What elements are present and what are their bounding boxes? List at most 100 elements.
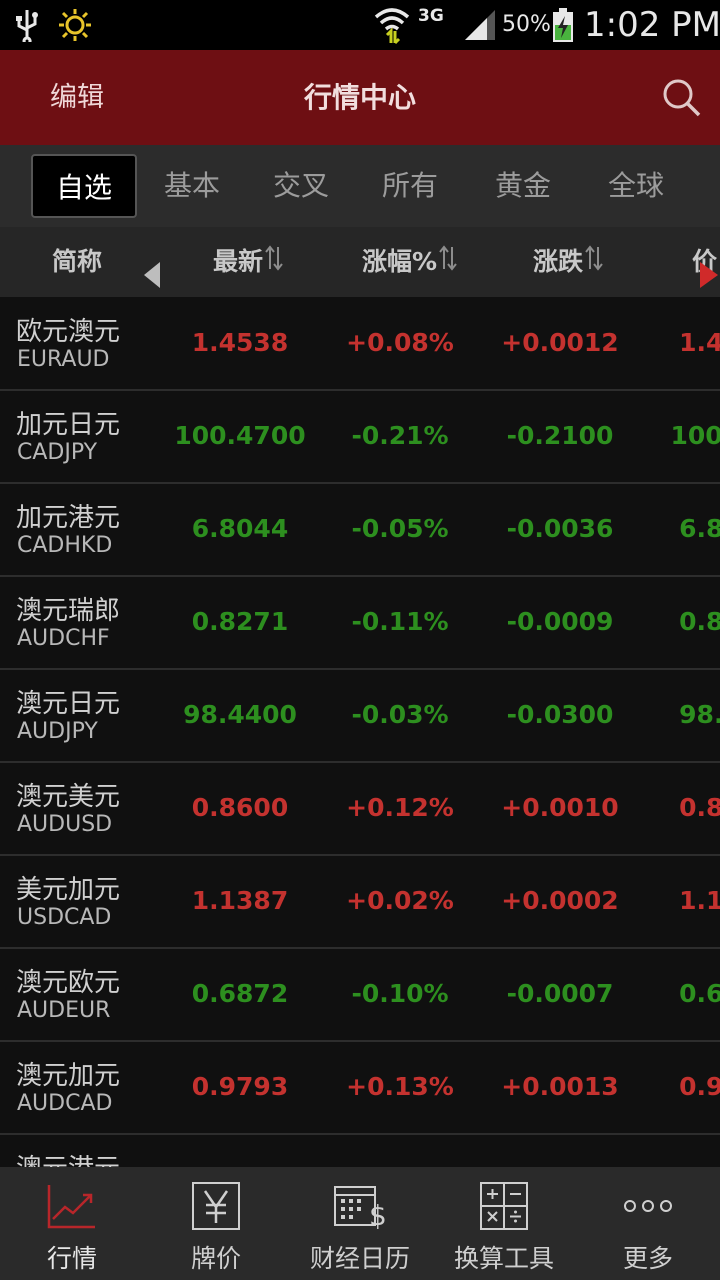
latest-price: 0.8271 [191,607,289,636]
pair-code: AUDCAD [17,1091,113,1116]
partial-price: 0.82 [679,607,720,636]
network-type-label: 3G [418,6,444,26]
nav-label: 更多 [622,1244,673,1273]
latest-price: 1.4538 [191,328,289,357]
partial-price: 6.80 [679,514,720,543]
scroll-left-arrow-icon[interactable] [142,247,162,288]
page-title: 行情中心 [303,81,416,114]
table-row[interactable]: 美元加元USDCAD 1.1387 +0.02% +0.0002 1.13 [0,855,720,949]
pair-name: 美元加元 [16,875,121,905]
pair-name: 澳元港元 [16,1148,120,1167]
nav-quotes[interactable]: 行情 [0,1167,144,1280]
column-change-sort[interactable]: 涨跌 [533,227,603,297]
column-latest-sort[interactable]: 最新 [213,227,283,297]
pair-code: AUDEUR [17,998,111,1023]
pair-code: USDCAD [17,905,112,930]
pair-name: 欧元澳元 [16,317,121,347]
change-value: +0.0010 [501,793,619,822]
pair-name: 澳元美元 [16,782,121,812]
change-percent [320,1134,480,1167]
search-icon[interactable] [662,78,702,118]
partial-price: 1.13 [679,886,720,915]
column-header: 简称 最新 涨幅% 涨跌 价 [0,227,720,297]
partial-price: 1.45 [679,328,720,357]
change-percent: -0.21% [351,421,449,450]
column-change-pct: 涨幅% [362,247,438,276]
app-header: 编辑 行情中心 [0,50,720,145]
change-percent: +0.08% [346,328,454,357]
change-percent: -0.03% [351,700,449,729]
latest-price [150,1134,330,1167]
pair-name: 澳元欧元 [16,968,121,998]
tab-global[interactable]: 全球 [583,154,689,218]
nav-label: 行情 [46,1244,97,1273]
svg-text:$: $ [369,1199,387,1231]
nav-label: 换算工具 [453,1244,554,1273]
scroll-right-arrow-icon[interactable] [698,247,720,288]
tab-cross[interactable]: 交叉 [248,154,354,218]
table-row[interactable]: 澳元美元AUDUSD 0.8600 +0.12% +0.0010 0.85 [0,762,720,856]
table-row[interactable]: 加元日元CADJPY 100.4700 -0.21% -0.2100 100.6 [0,390,720,484]
partial-price: 0.68 [679,979,720,1008]
signal-strength-icon [462,0,498,50]
tab-all[interactable]: 所有 [357,154,463,218]
table-row[interactable]: 欧元澳元EURAUD 1.4538 +0.08% +0.0012 1.45 [0,297,720,391]
table-row[interactable]: 澳元加元AUDCAD 0.9793 +0.13% +0.0013 0.97 [0,1041,720,1135]
pair-code: CADJPY [17,440,98,465]
pair-code: EURAUD [17,347,110,372]
status-bar: 3G 50% 1:02 PM [0,0,720,50]
change-value [470,1134,650,1167]
change-value: -0.0009 [506,607,614,636]
calculator-icon [479,1181,529,1231]
partial-price [640,1134,720,1167]
category-tabs: 自选 基本 交叉 所有 黄金 全球 [0,145,720,227]
nav-label: 牌价 [190,1244,241,1273]
quote-list[interactable]: 欧元澳元EURAUD 1.4538 +0.08% +0.0012 1.45 加元日元CAD… [0,297,720,1167]
clock: 1:02 PM [584,5,720,45]
change-percent: -0.10% [351,979,449,1008]
table-row[interactable]: 澳元瑞郎AUDCHF 0.8271 -0.11% -0.0009 0.82 [0,576,720,670]
sort-arrows-icon [585,228,603,297]
table-row[interactable]: 加元港元CADHKD 6.8044 -0.05% -0.0036 6.80 [0,483,720,577]
tab-basic[interactable]: 基本 [139,154,245,218]
latest-price: 100.4700 [174,421,306,450]
column-latest: 最新 [213,247,264,276]
bottom-navigation: 行情 牌价 $ 财经日历 换算工具 更多 [0,1167,720,1280]
column-change-pct-sort[interactable]: 涨幅% [362,227,457,297]
change-value: +0.0012 [501,328,619,357]
pair-name: 加元日元 [16,410,121,440]
latest-price: 1.1387 [191,886,289,915]
change-value: +0.0002 [501,886,619,915]
nav-converter[interactable]: 换算工具 [432,1167,576,1280]
nav-more[interactable]: 更多 [576,1167,720,1280]
nav-prices[interactable]: 牌价 [144,1167,288,1280]
table-row[interactable]: 澳元欧元AUDEUR 0.6872 -0.10% -0.0007 0.68 [0,948,720,1042]
nav-calendar[interactable]: $ 财经日历 [288,1167,432,1280]
tab-gold[interactable]: 黄金 [470,154,576,218]
tab-favorites[interactable]: 自选 [31,154,137,218]
column-name: 简称 [52,247,103,276]
usb-icon [14,0,40,50]
change-percent: +0.02% [346,886,454,915]
change-value: -0.2100 [506,421,614,450]
battery-charging-icon [551,0,575,50]
pair-code: AUDJPY [17,719,98,744]
change-value: +0.0013 [501,1072,619,1101]
more-dots-icon [623,1181,673,1231]
pair-name: 加元港元 [16,503,121,533]
latest-price: 98.4400 [183,700,297,729]
pair-code: AUDUSD [17,812,113,837]
column-change: 涨跌 [533,247,584,276]
table-row[interactable]: 澳元日元AUDJPY 98.4400 -0.03% -0.0300 98.3 [0,669,720,763]
yen-price-icon [191,1181,241,1231]
partial-price: 98.3 [679,700,720,729]
change-percent: -0.05% [351,514,449,543]
trend-chart-icon [47,1181,97,1231]
pair-name: 澳元瑞郎 [16,596,121,626]
change-value: -0.0300 [506,700,614,729]
table-row[interactable]: 澳元港元 [0,1134,720,1167]
edit-button[interactable]: 编辑 [50,50,104,145]
partial-price: 100.6 [670,421,720,450]
latest-price: 0.8600 [191,793,289,822]
brightness-sun-icon [56,0,94,50]
